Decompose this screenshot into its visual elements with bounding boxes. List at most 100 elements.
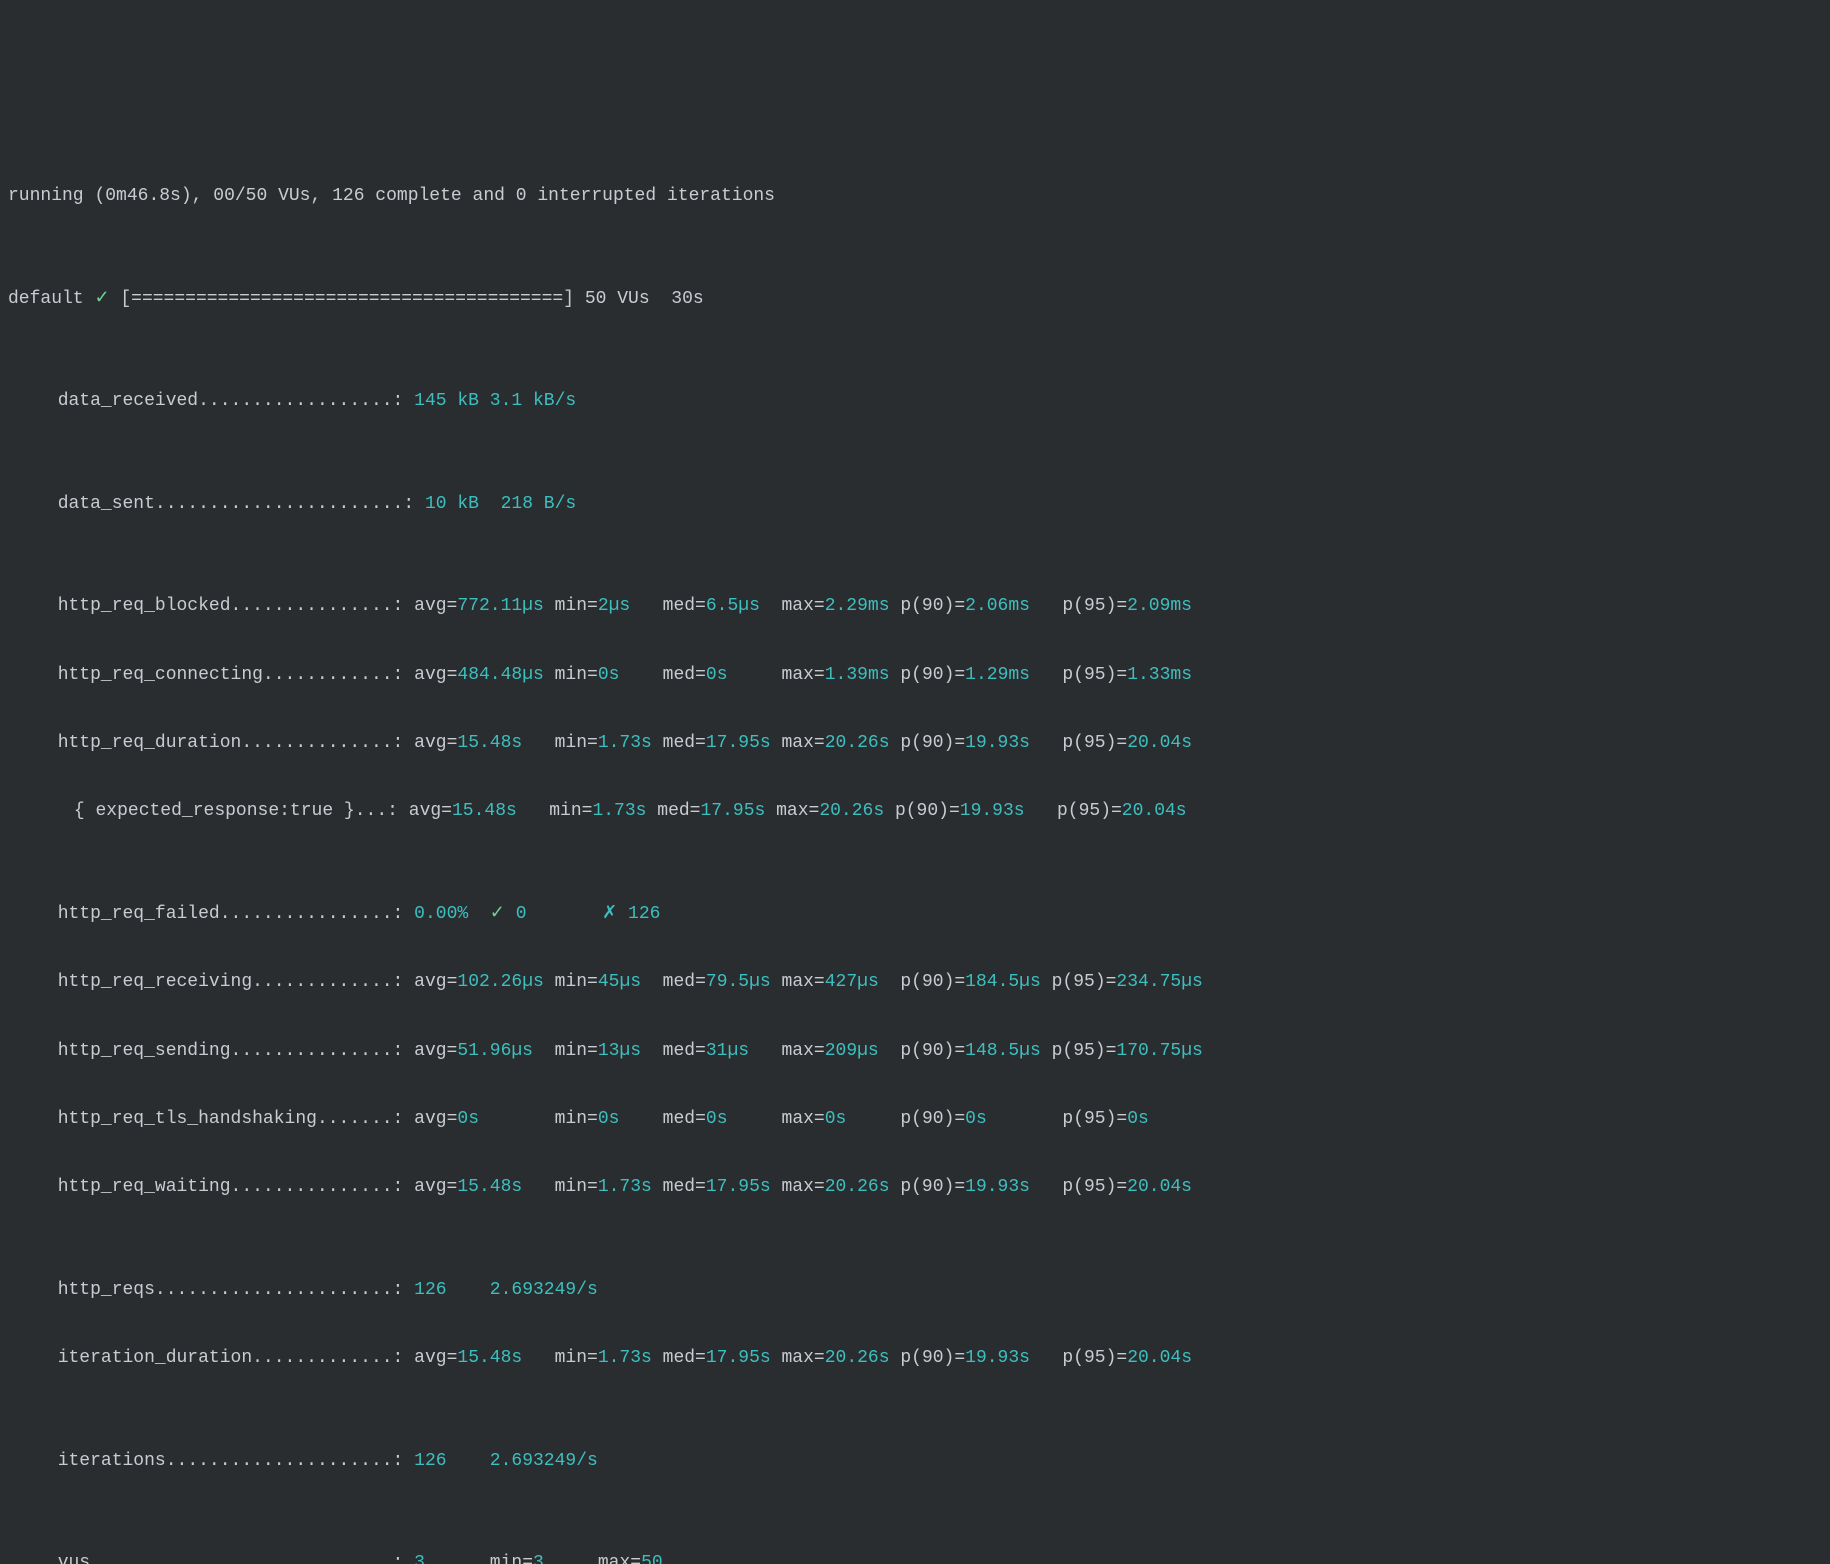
metric-data-sent: data_sent.......................: 10 kB … bbox=[8, 487, 1822, 521]
metric-dots: .....................: bbox=[166, 1451, 404, 1471]
min-value: 1.73s bbox=[598, 1177, 652, 1197]
metric-name: http_req_duration bbox=[58, 733, 242, 753]
p95-label: p(95)= bbox=[1062, 733, 1127, 753]
med-label: med= bbox=[663, 665, 706, 685]
p90-label: p(90)= bbox=[900, 733, 965, 753]
status-state: running bbox=[8, 186, 84, 206]
metric-dots: ...............: bbox=[231, 1041, 404, 1061]
p95-value: 2.09ms bbox=[1127, 596, 1192, 616]
metric-rate: 218 B/s bbox=[501, 494, 577, 514]
metric-dots: ...............: bbox=[231, 1177, 404, 1197]
metric-name: http_req_failed bbox=[58, 904, 220, 924]
p95-value: 20.04s bbox=[1127, 733, 1192, 753]
avg-value: 15.48s bbox=[457, 1348, 522, 1368]
metric-rate: 3.1 kB/s bbox=[490, 391, 576, 411]
avg-label: avg= bbox=[414, 596, 457, 616]
avg-value: 15.48s bbox=[452, 801, 517, 821]
progress-bar: [=======================================… bbox=[120, 289, 574, 309]
metric-rate: 2.693249/s bbox=[490, 1280, 598, 1300]
metric-http-req-receiving: http_req_receiving.............: avg=102… bbox=[8, 965, 1822, 999]
p90-label: p(90)= bbox=[900, 1109, 965, 1129]
p95-label: p(95)= bbox=[1062, 596, 1127, 616]
min-label: min= bbox=[555, 1041, 598, 1061]
avg-label: avg= bbox=[414, 1177, 457, 1197]
metric-rate: 2.693249/s bbox=[490, 1451, 598, 1471]
max-label: max= bbox=[781, 1177, 824, 1197]
p95-value: 20.04s bbox=[1127, 1348, 1192, 1368]
min-value: 1.73s bbox=[598, 1348, 652, 1368]
avg-label: avg= bbox=[414, 1109, 457, 1129]
max-value: 20.26s bbox=[819, 801, 884, 821]
med-value: 0s bbox=[706, 665, 728, 685]
metric-dots: .............: bbox=[252, 972, 403, 992]
check-icon: ✓ bbox=[94, 289, 109, 309]
metric-vus: vus............................: 3 min=3… bbox=[8, 1546, 1822, 1564]
metric-dots: ................: bbox=[220, 904, 404, 924]
p95-value: 20.04s bbox=[1127, 1177, 1192, 1197]
p95-value: 1.33ms bbox=[1127, 665, 1192, 685]
p90-value: 19.93s bbox=[965, 1177, 1030, 1197]
min-label: min= bbox=[555, 1348, 598, 1368]
p90-label: p(90)= bbox=[900, 1177, 965, 1197]
failed-pass: 0 bbox=[516, 904, 527, 924]
metric-name: data_received bbox=[58, 391, 198, 411]
min-label: min= bbox=[555, 596, 598, 616]
p90-label: p(90)= bbox=[900, 1041, 965, 1061]
min-value: 45µs bbox=[598, 972, 641, 992]
min-value: 13µs bbox=[598, 1041, 641, 1061]
med-label: med= bbox=[663, 1109, 706, 1129]
avg-value: 15.48s bbox=[457, 1177, 522, 1197]
metric-name: http_req_blocked bbox=[58, 596, 231, 616]
p95-label: p(95)= bbox=[1062, 1348, 1127, 1368]
status-line: running (0m46.8s), 00/50 VUs, 126 comple… bbox=[8, 179, 1822, 213]
metric-http-reqs: http_reqs......................: 126 2.6… bbox=[8, 1273, 1822, 1307]
max-label: max= bbox=[782, 1348, 825, 1368]
p95-value: 0s bbox=[1127, 1109, 1149, 1129]
max-value: 1.39ms bbox=[825, 665, 890, 685]
p95-value: 234.75µs bbox=[1116, 972, 1202, 992]
scenario-name: default bbox=[8, 289, 84, 309]
avg-label: avg= bbox=[414, 665, 457, 685]
max-label: max= bbox=[782, 1109, 825, 1129]
p90-value: 184.5µs bbox=[965, 972, 1041, 992]
metric-http-req-connecting: http_req_connecting............: avg=484… bbox=[8, 658, 1822, 692]
metric-name: data_sent bbox=[58, 494, 155, 514]
p95-label: p(95)= bbox=[1052, 1041, 1117, 1061]
med-label: med= bbox=[663, 972, 706, 992]
min-label: min= bbox=[490, 1553, 533, 1564]
avg-value: 772.11µs bbox=[457, 596, 543, 616]
min-value: 1.73s bbox=[598, 733, 652, 753]
max-value: 20.26s bbox=[825, 1177, 890, 1197]
metric-name: { expected_response:true } bbox=[74, 801, 355, 821]
metric-name: http_req_connecting bbox=[58, 665, 263, 685]
status-interrupted: 0 interrupted iterations bbox=[516, 186, 775, 206]
p95-label: p(95)= bbox=[1062, 1109, 1127, 1129]
metric-name: vus bbox=[58, 1553, 90, 1564]
status-complete: 126 complete bbox=[332, 186, 462, 206]
p95-label: p(95)= bbox=[1057, 801, 1122, 821]
metric-name: http_req_sending bbox=[58, 1041, 231, 1061]
avg-value: 15.48s bbox=[457, 733, 522, 753]
status-vus-active: 00/50 VUs bbox=[213, 186, 310, 206]
metric-name: http_req_receiving bbox=[58, 972, 252, 992]
metric-value: 10 kB bbox=[425, 494, 479, 514]
metric-iteration-duration: iteration_duration.............: avg=15.… bbox=[8, 1341, 1822, 1375]
med-value: 31µs bbox=[706, 1041, 749, 1061]
min-value: 0s bbox=[598, 665, 620, 685]
metric-value: 126 bbox=[414, 1280, 446, 1300]
avg-value: 51.96µs bbox=[457, 1041, 533, 1061]
p90-value: 1.29ms bbox=[965, 665, 1030, 685]
metric-http-req-failed: http_req_failed................: 0.00% ✓… bbox=[8, 897, 1822, 931]
min-value: 3 bbox=[533, 1553, 544, 1564]
metric-expected-response: { expected_response:true }...: avg=15.48… bbox=[8, 794, 1822, 828]
metric-name: iteration_duration bbox=[58, 1348, 252, 1368]
p90-label: p(90)= bbox=[895, 801, 960, 821]
progress-vus: 50 VUs bbox=[585, 289, 650, 309]
metric-iterations: iterations.....................: 126 2.6… bbox=[8, 1444, 1822, 1478]
max-value: 0s bbox=[825, 1109, 847, 1129]
avg-value: 102.26µs bbox=[457, 972, 543, 992]
metric-dots: .......: bbox=[317, 1109, 403, 1129]
med-value: 17.95s bbox=[700, 801, 765, 821]
avg-value: 484.48µs bbox=[457, 665, 543, 685]
med-value: 17.95s bbox=[706, 733, 771, 753]
